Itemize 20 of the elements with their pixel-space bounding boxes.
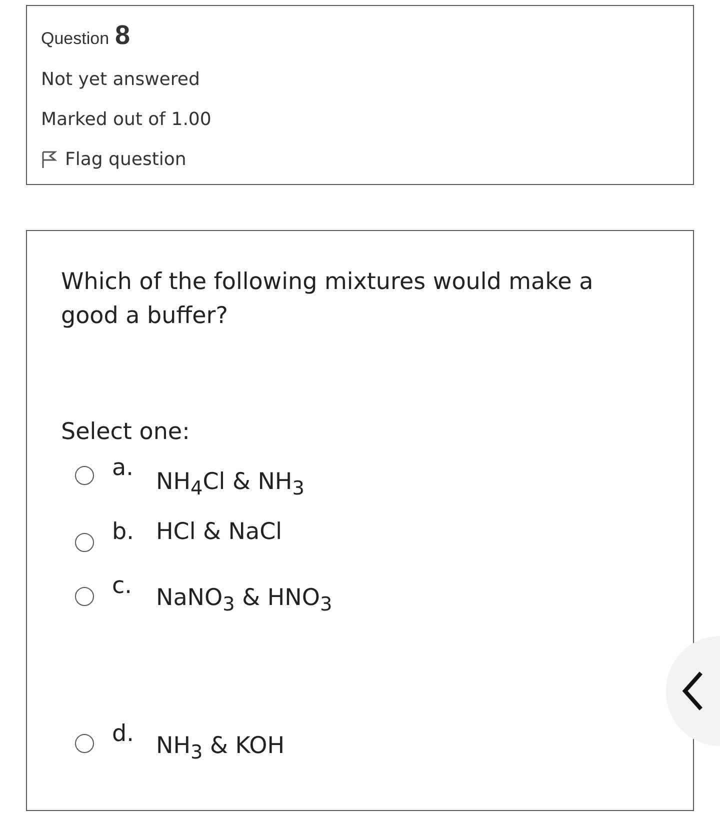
- option-letter: c.: [112, 573, 133, 599]
- question-text: Which of the following mixtures would make a good a buffer?: [61, 268, 594, 331]
- select-one-label: Select one:: [61, 419, 191, 445]
- radio-button[interactable]: [75, 533, 94, 552]
- option-text[interactable]: NaNO$_{3}$ & HNO$_{3}$: [156, 585, 332, 616]
- radio-button[interactable]: [75, 587, 94, 606]
- answer-status: Not yet answered: [41, 68, 201, 92]
- option-letter: d.: [112, 721, 135, 747]
- option-text[interactable]: NH$_{4}$Cl & NH$_{3}$: [156, 469, 304, 500]
- radio-button[interactable]: [75, 734, 94, 753]
- chevron-left-icon: [682, 671, 704, 711]
- marks-text: Marked out of 1.00: [41, 108, 212, 132]
- flag-question-button[interactable]: Flag question: [41, 149, 186, 170]
- radio-button[interactable]: [75, 466, 94, 485]
- option-letter: a.: [112, 455, 134, 481]
- option-text[interactable]: NH$_{3}$ & KOH: [156, 733, 284, 764]
- question-label: Question: [41, 28, 110, 50]
- question-number: 8: [115, 20, 130, 51]
- option-text[interactable]: HCl & NaCl: [156, 519, 282, 545]
- option-letter: b.: [112, 519, 135, 545]
